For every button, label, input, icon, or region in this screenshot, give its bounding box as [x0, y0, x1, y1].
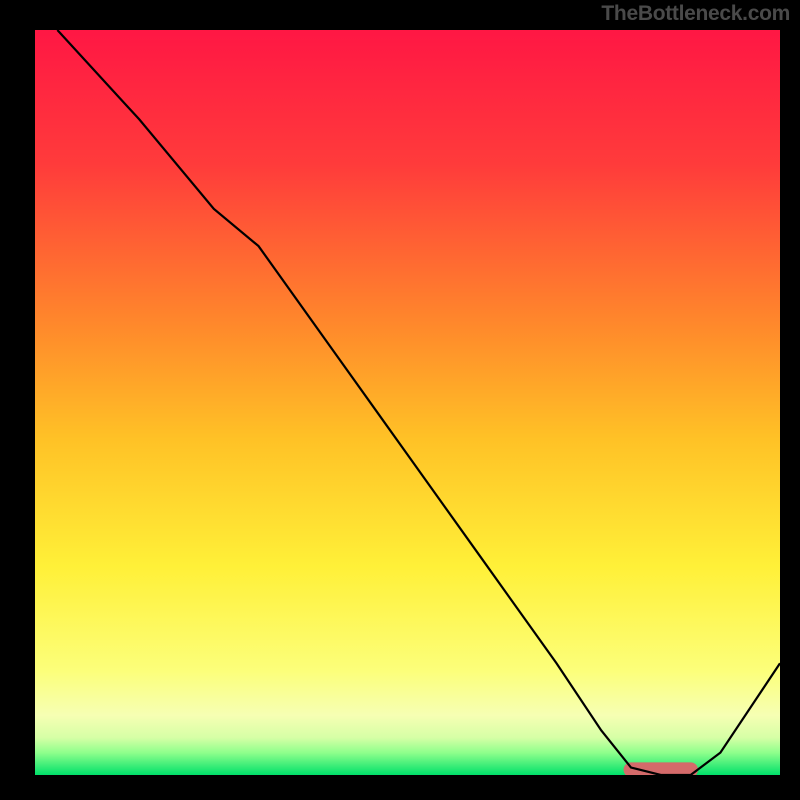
bottleneck-chart	[35, 30, 780, 775]
chart-background	[35, 30, 780, 775]
chart-container	[35, 30, 780, 775]
attribution-text: TheBottleneck.com	[601, 2, 790, 26]
